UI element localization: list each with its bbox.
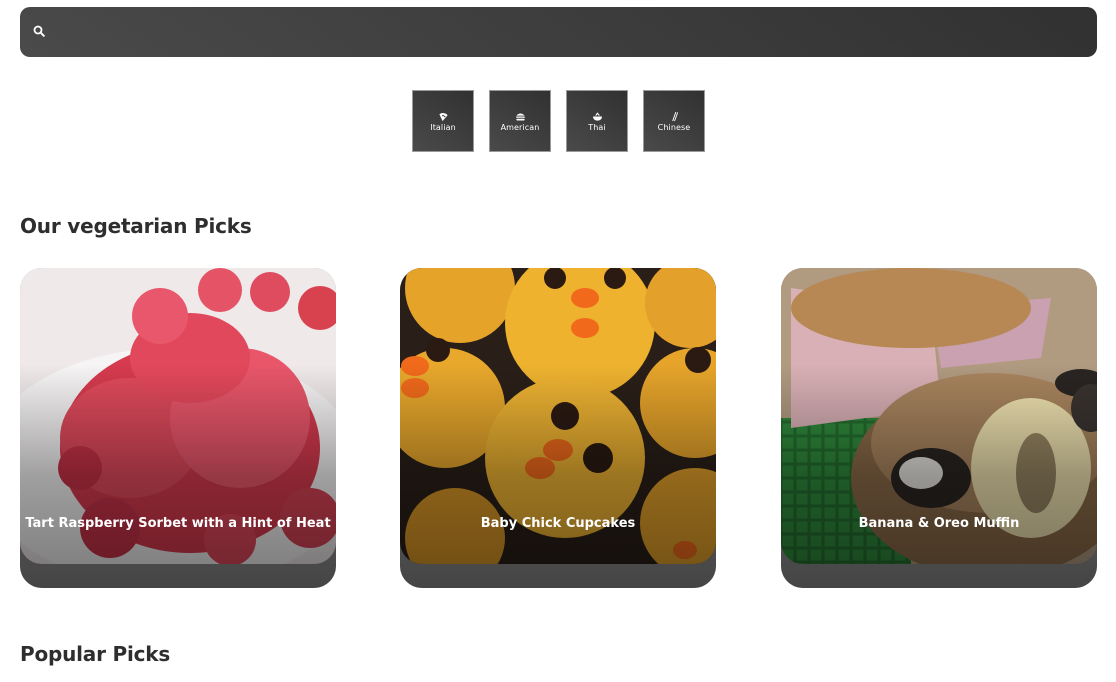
cuisine-button-american[interactable]: American bbox=[489, 90, 551, 152]
search-bar[interactable] bbox=[20, 7, 1097, 59]
card-gradient bbox=[20, 268, 336, 588]
chopsticks-icon bbox=[671, 111, 678, 121]
recipe-title: Baby Chick Cupcakes bbox=[480, 516, 636, 531]
cuisine-list: Italian American Thai Chinese bbox=[412, 90, 705, 152]
search-icon bbox=[33, 25, 45, 37]
search-input[interactable] bbox=[60, 7, 1085, 59]
card-gradient bbox=[781, 268, 1097, 588]
recipe-card[interactable]: Banana & Oreo Muffin bbox=[781, 268, 1097, 588]
pizza-icon bbox=[438, 112, 448, 121]
cuisine-label: Thai bbox=[588, 122, 606, 132]
card-gradient bbox=[400, 268, 716, 588]
recipe-title: Banana & Oreo Muffin bbox=[858, 516, 1020, 531]
recipe-title: Tart Raspberry Sorbet with a Hint of Hea… bbox=[25, 516, 331, 531]
section-title-vegetarian: Our vegetarian Picks bbox=[20, 214, 252, 238]
bowl-icon bbox=[592, 111, 602, 121]
cuisine-label: Chinese bbox=[657, 122, 691, 132]
cuisine-button-thai[interactable]: Thai bbox=[566, 90, 628, 152]
cuisine-button-italian[interactable]: Italian bbox=[412, 90, 474, 152]
cuisine-label: American bbox=[500, 122, 540, 132]
cuisine-button-chinese[interactable]: Chinese bbox=[643, 90, 705, 152]
cuisine-label: Italian bbox=[430, 122, 456, 132]
section-title-popular: Popular Picks bbox=[20, 642, 171, 666]
recipe-card[interactable]: Baby Chick Cupcakes bbox=[400, 268, 716, 588]
recipe-card[interactable]: Tart Raspberry Sorbet with a Hint of Hea… bbox=[20, 268, 336, 588]
burger-icon bbox=[515, 113, 525, 121]
